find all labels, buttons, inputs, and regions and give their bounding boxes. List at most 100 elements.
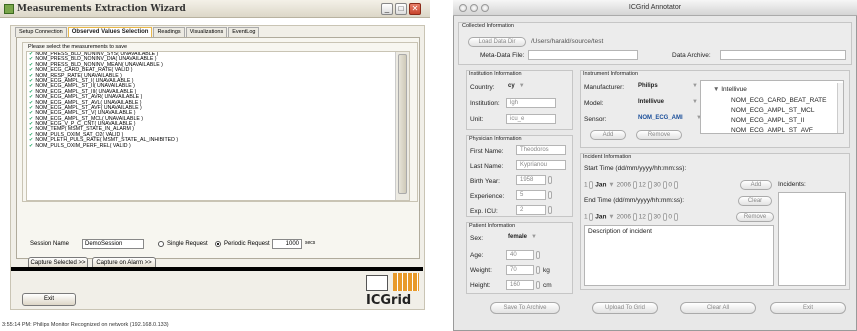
periodic-interval-input[interactable]: 1000: [272, 239, 302, 249]
tab-observed-values[interactable]: Observed Values Selection: [67, 27, 153, 37]
start-minute[interactable]: 30: [653, 182, 660, 189]
tree-root[interactable]: ▼ Intellivue: [713, 86, 747, 93]
incidents-list[interactable]: [778, 192, 846, 286]
weight-unit: kg: [543, 267, 550, 274]
exp-icu-stepper[interactable]: [548, 206, 552, 214]
weight-stepper[interactable]: [536, 266, 540, 274]
age-label: Age:: [470, 252, 484, 259]
age-input[interactable]: 40: [506, 250, 534, 260]
birth-year-stepper[interactable]: [548, 176, 552, 184]
sensor-tree[interactable]: ▼ Intellivue NOM_ECG_CARD_BEAT_RATE NOM_…: [700, 80, 844, 134]
manufacturer-select[interactable]: Philips ▼: [638, 83, 698, 89]
institution-input[interactable]: lgh: [506, 98, 556, 108]
measurements-group-title: Please select the measurements to save: [28, 44, 128, 50]
annotator-title-bar[interactable]: ICGrid Annotator: [453, 0, 857, 16]
physician-title: Physician Information: [469, 136, 522, 142]
height-input[interactable]: 160: [506, 280, 534, 290]
sex-select[interactable]: female ▼: [508, 234, 537, 240]
country-select[interactable]: cy ▼: [508, 83, 525, 89]
collected-info-title: Collected Information: [462, 23, 514, 29]
wizard-title: Measurements Extraction Wizard: [17, 4, 186, 14]
start-second[interactable]: 0: [668, 182, 672, 189]
single-request-label: Single Request: [167, 241, 208, 247]
status-bar: 3:55:14 PM: Philips Monitor Recognized o…: [2, 322, 169, 328]
start-month[interactable]: Jan: [595, 182, 606, 189]
exit-annotator-button[interactable]: Exit: [770, 302, 846, 314]
model-label: Model:: [584, 100, 604, 107]
data-archive-input[interactable]: [720, 50, 846, 60]
remove-incident-button[interactable]: Remove: [736, 212, 774, 222]
tab-setup-connection[interactable]: Setup Connection: [15, 27, 67, 37]
meta-data-input[interactable]: [528, 50, 638, 60]
clear-incident-button[interactable]: Clear: [738, 196, 772, 206]
tree-scrollbar[interactable]: [837, 83, 843, 133]
manufacturer-label: Manufacturer:: [584, 84, 625, 91]
incident-description-input[interactable]: Description of incident: [584, 225, 774, 286]
remove-sensor-button[interactable]: Remove: [636, 130, 682, 140]
unit-input[interactable]: icu_e: [506, 114, 556, 124]
end-minute[interactable]: 30: [653, 214, 660, 221]
height-stepper[interactable]: [536, 281, 540, 289]
annotator-title: ICGrid Annotator: [628, 4, 682, 11]
height-label: Height:: [470, 282, 491, 289]
tree-item[interactable]: NOM_ECG_CARD_BEAT_RATE: [731, 97, 826, 104]
experience-input[interactable]: 5: [516, 190, 546, 200]
tree-item[interactable]: NOM_ECG_AMPL_ST_II: [731, 117, 804, 124]
end-second[interactable]: 0: [668, 214, 672, 221]
minimize-icon[interactable]: _: [381, 3, 393, 15]
upload-to-grid-button[interactable]: Upload To Grid: [592, 302, 658, 314]
patient-title: Patient Information: [469, 223, 516, 229]
periodic-unit: secs: [305, 240, 316, 246]
tree-item[interactable]: NOM_ECG_AMPL_ST_AVF: [731, 127, 813, 133]
experience-label: Experience:: [470, 193, 505, 200]
clear-all-button[interactable]: Clear All: [680, 302, 756, 314]
sensor-value: NOM_ECG_AMI: [638, 115, 683, 121]
end-time-label: End Time (dd/mm/yyyy/hh:mm:ss):: [584, 197, 685, 204]
institution-title: Institution Information: [469, 71, 522, 77]
first-name-label: First Name:: [470, 148, 504, 155]
tab-eventlog[interactable]: EventLog: [228, 27, 260, 37]
start-year[interactable]: 2006: [617, 182, 631, 189]
weight-input[interactable]: 70: [506, 265, 534, 275]
model-select[interactable]: Intellivue ▼: [638, 99, 698, 105]
experience-stepper[interactable]: [548, 191, 552, 199]
load-data-dir-button[interactable]: Load Data Dir: [468, 37, 526, 47]
end-day[interactable]: 1: [584, 214, 588, 221]
birth-year-input[interactable]: 1958: [516, 175, 546, 185]
start-hour[interactable]: 12: [639, 182, 646, 189]
start-day[interactable]: 1: [584, 182, 588, 189]
session-name-input[interactable]: DemoSession: [82, 239, 144, 249]
last-name-input[interactable]: Kyprianou: [516, 160, 566, 170]
country-label: Country:: [470, 84, 495, 91]
session-name-label: Session Name: [30, 241, 70, 247]
incidents-label: Incidents:: [778, 181, 806, 188]
add-sensor-button[interactable]: Add: [590, 130, 626, 140]
app-icon: [4, 4, 14, 14]
measurements-scrollbar[interactable]: [395, 52, 409, 200]
first-name-input[interactable]: Theodoros: [516, 145, 566, 155]
age-stepper[interactable]: [536, 251, 540, 259]
height-unit: cm: [543, 282, 552, 289]
end-hour[interactable]: 12: [639, 214, 646, 221]
periodic-request-radio[interactable]: [215, 241, 221, 247]
exp-icu-input[interactable]: 2: [516, 205, 546, 215]
single-request-radio[interactable]: [158, 241, 164, 247]
wizard-title-bar[interactable]: Measurements Extraction Wizard _ □ ✕: [0, 0, 430, 18]
exit-button[interactable]: Exit: [22, 293, 76, 306]
end-year[interactable]: 2006: [617, 214, 631, 221]
last-name-label: Last Name:: [470, 163, 504, 170]
model-value: Intellivue: [638, 99, 665, 105]
measurement-checkbox[interactable]: NOM_PULS_OXIM_PERF_REL( VALID ): [27, 143, 409, 149]
save-to-archive-button[interactable]: Save To Archive: [490, 302, 560, 314]
birth-year-label: Birth Year:: [470, 178, 500, 185]
sensor-select[interactable]: NOM_ECG_AMI ▼: [638, 115, 702, 121]
end-month[interactable]: Jan: [595, 214, 606, 221]
tab-readings[interactable]: Readings: [153, 27, 185, 37]
close-icon[interactable]: ✕: [409, 3, 421, 15]
add-incident-button[interactable]: Add: [740, 180, 772, 190]
tab-visualizations[interactable]: Visualizations: [185, 27, 228, 37]
maximize-icon[interactable]: □: [395, 3, 407, 15]
tree-item[interactable]: NOM_ECG_AMPL_ST_MCL: [731, 107, 814, 114]
start-time-label: Start Time (dd/mm/yyyy/hh:mm:ss):: [584, 165, 687, 172]
icgrid-logo-text: ICGrid: [366, 293, 412, 308]
